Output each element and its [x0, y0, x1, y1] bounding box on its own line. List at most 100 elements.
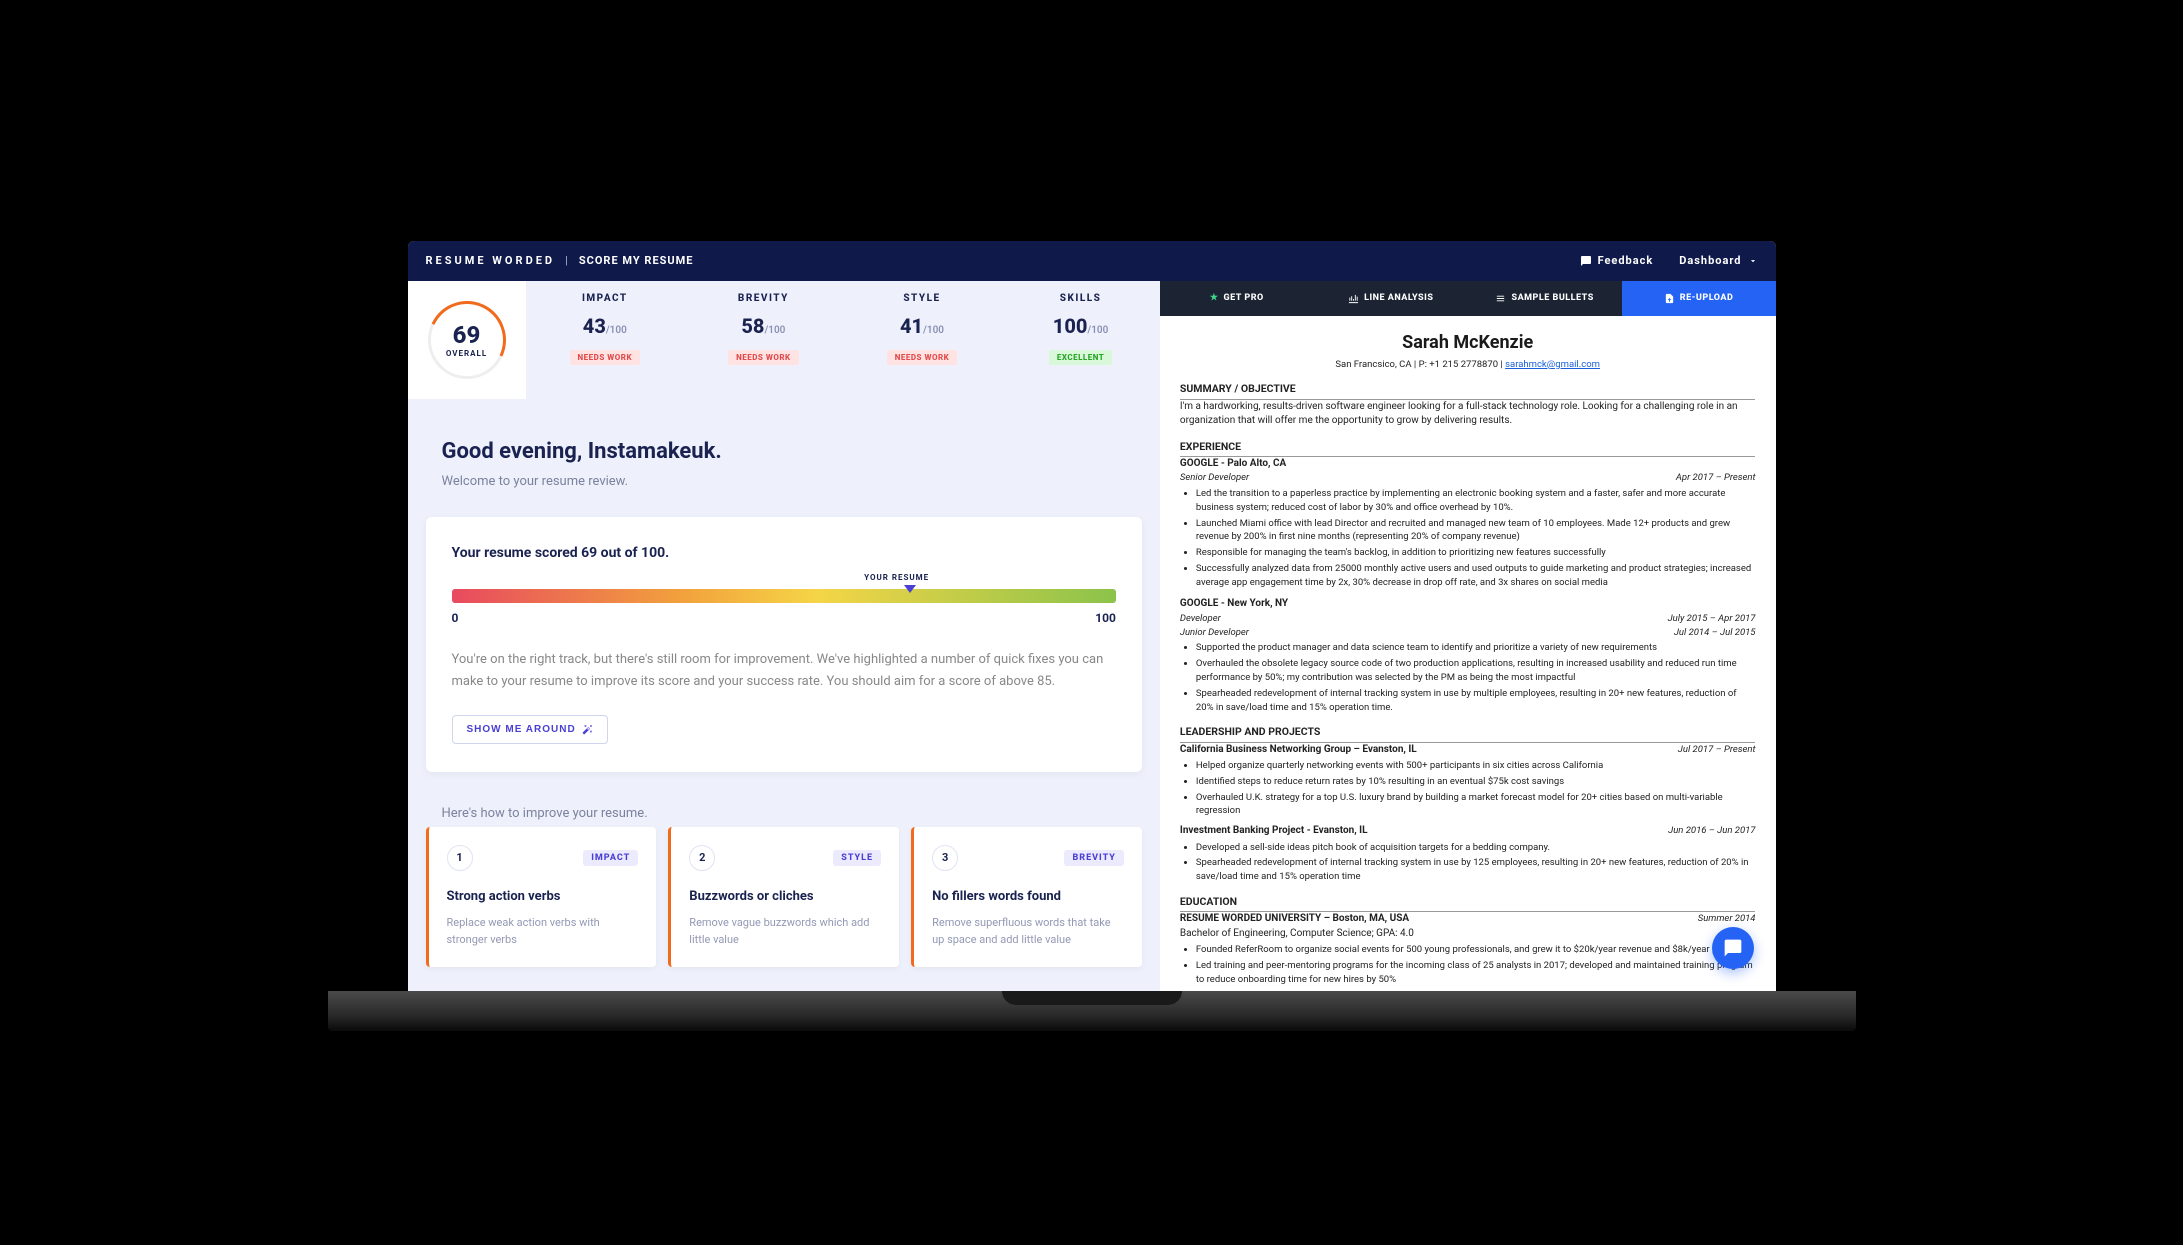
tip-card[interactable]: 3 BREVITY No fillers words found Remove …	[911, 827, 1142, 967]
metric-badge: EXCELLENT	[1049, 350, 1112, 365]
resume-email-link[interactable]: sarahmck@gmail.com	[1505, 359, 1600, 370]
tab-get-pro[interactable]: ★GET PRO	[1160, 281, 1314, 316]
metric-badge: NEEDS WORK	[570, 350, 641, 365]
overall-score-label: OVERALL	[446, 349, 487, 358]
bullet-item: Led the transition to a paperless practi…	[1196, 487, 1756, 515]
bullet-item: Successfully analyzed data from 25000 mo…	[1196, 562, 1756, 590]
greeting-title: Good evening, Instamakeuk.	[442, 439, 1126, 464]
bullet-item: Developed a sell-side ideas pitch book o…	[1196, 841, 1756, 855]
score-summary-row: 69 OVERALL IMPACT 43/100 NEEDS WORKBREVI…	[408, 281, 1160, 399]
tab-reupload[interactable]: RE-UPLOAD	[1622, 281, 1776, 316]
lead2-date: Jun 2016 – Jun 2017	[1668, 824, 1755, 839]
metric-name: SKILLS	[1007, 293, 1154, 304]
metric-name: BREVITY	[690, 293, 837, 304]
dashboard-dropdown[interactable]: Dashboard	[1679, 254, 1757, 267]
tip-title: Buzzwords or cliches	[689, 889, 881, 904]
show-me-around-button[interactable]: SHOW ME AROUND	[452, 715, 608, 744]
tip-number: 1	[447, 845, 473, 871]
tip-card[interactable]: 1 IMPACT Strong action verbs Replace wea…	[426, 827, 657, 967]
tip-desc: Remove vague buzzwords which add little …	[689, 914, 881, 949]
section-summary-head: SUMMARY / OBJECTIVE	[1180, 381, 1756, 399]
wand-icon	[582, 724, 593, 735]
exp2-date2: Jul 2014 – Jul 2015	[1674, 626, 1756, 640]
overall-score-value: 69	[453, 321, 481, 349]
section-summary-text: I'm a hardworking, results-driven softwa…	[1180, 400, 1756, 429]
metric-value: 43/100	[532, 314, 679, 338]
help-chat-button[interactable]	[1712, 927, 1754, 969]
metric-brevity[interactable]: BREVITY 58/100 NEEDS WORK	[684, 281, 843, 399]
spectrum-min: 0	[452, 611, 459, 625]
edu-degree: Bachelor of Engineering, Computer Scienc…	[1180, 927, 1756, 942]
chevron-down-icon	[1748, 256, 1758, 266]
metric-value: 41/100	[849, 314, 996, 338]
tip-desc: Remove superfluous words that take up sp…	[932, 914, 1124, 949]
tip-number: 2	[689, 845, 715, 871]
score-description: You're on the right track, but there's s…	[452, 649, 1116, 693]
bullet-item: Helped organize quarterly networking eve…	[1196, 759, 1756, 773]
exp2-title1: Developer	[1180, 612, 1221, 626]
lead2-name: Investment Banking Project - Evanston, I…	[1180, 824, 1368, 839]
spectrum-marker-icon	[904, 585, 916, 593]
score-card: Your resume scored 69 out of 100. YOUR R…	[426, 517, 1142, 772]
greeting-block: Good evening, Instamakeuk. Welcome to yo…	[408, 399, 1160, 503]
metric-value: 100/100	[1007, 314, 1154, 338]
bullet-item: Responsible for managing the team's back…	[1196, 546, 1756, 560]
metric-badge: NEEDS WORK	[887, 350, 958, 365]
bullet-item: Founded ReferRoom to organize social eve…	[1196, 943, 1756, 957]
edu-date: Summer 2014	[1698, 912, 1756, 927]
edu-name: RESUME WORDED UNIVERSITY – Boston, MA, U…	[1180, 912, 1409, 927]
bullet-item: Launched Miami office with lead Director…	[1196, 517, 1756, 545]
exp1-company: GOOGLE - Palo Alto, CA	[1180, 457, 1756, 472]
upload-icon	[1664, 293, 1675, 304]
bullet-item: Spearheaded redevelopment of internal tr…	[1196, 856, 1756, 884]
exp1-title: Senior Developer	[1180, 471, 1249, 485]
exp2-title2: Junior Developer	[1180, 626, 1249, 640]
exp2-company: GOOGLE - New York, NY	[1180, 597, 1756, 612]
resume-preview[interactable]: Sarah McKenzie San Francsico, CA | P: +1…	[1160, 316, 1776, 991]
overall-score-card[interactable]: 69 OVERALL	[408, 281, 526, 399]
greeting-subtitle: Welcome to your resume review.	[442, 474, 1126, 489]
tip-category: IMPACT	[583, 850, 638, 866]
bullet-item: Overhauled the obsolete legacy source co…	[1196, 657, 1756, 685]
brand[interactable]: RESUME WORDED	[426, 254, 556, 267]
improve-heading: Here's how to improve your resume.	[408, 786, 1160, 827]
resume-contact: San Francsico, CA | P: +1 215 2778870 | …	[1180, 358, 1756, 372]
spectrum-max: 100	[1095, 611, 1116, 625]
tip-card[interactable]: 2 STYLE Buzzwords or cliches Remove vagu…	[668, 827, 899, 967]
score-heading: Your resume scored 69 out of 100.	[452, 545, 1116, 561]
bullet-item: Identified steps to reduce return rates …	[1196, 775, 1756, 789]
chat-bubble-icon	[1723, 938, 1743, 958]
bullet-item: Supported the product manager and data s…	[1196, 641, 1756, 655]
metric-badge: NEEDS WORK	[728, 350, 799, 365]
metric-skills[interactable]: SKILLS 100/100 EXCELLENT	[1001, 281, 1160, 399]
page-title: SCORE MY RESUME	[579, 254, 694, 267]
feedback-link[interactable]: Feedback	[1580, 254, 1654, 267]
metric-style[interactable]: STYLE 41/100 NEEDS WORK	[843, 281, 1002, 399]
tip-category: BREVITY	[1064, 850, 1123, 866]
tab-line-analysis[interactable]: LINE ANALYSIS	[1314, 281, 1468, 316]
section-education-head: EDUCATION	[1180, 894, 1756, 912]
tip-title: No fillers words found	[932, 889, 1124, 904]
bullet-item: Overhauled U.K. strategy for a top U.S. …	[1196, 791, 1756, 819]
tab-sample-bullets[interactable]: SAMPLE BULLETS	[1468, 281, 1622, 316]
analysis-icon	[1348, 293, 1359, 304]
document-tabs: ★GET PRO LINE ANALYSIS SAMPLE BULLETS RE…	[1160, 281, 1776, 316]
bullet-item: Spearheaded redevelopment of internal tr…	[1196, 687, 1756, 715]
metric-value: 58/100	[690, 314, 837, 338]
lead1-date: Jul 2017 – Present	[1678, 743, 1756, 758]
tip-title: Strong action verbs	[447, 889, 639, 904]
metric-impact[interactable]: IMPACT 43/100 NEEDS WORK	[526, 281, 685, 399]
tip-number: 3	[932, 845, 958, 871]
list-icon	[1495, 293, 1506, 304]
bullet-item: Led training and peer-mentoring programs…	[1196, 959, 1756, 987]
star-icon: ★	[1210, 293, 1219, 303]
section-leadership-head: LEADERSHIP AND PROJECTS	[1180, 724, 1756, 742]
resume-name: Sarah McKenzie	[1180, 330, 1756, 356]
exp1-date: Apr 2017 – Present	[1676, 471, 1756, 485]
document-pane: ★GET PRO LINE ANALYSIS SAMPLE BULLETS RE…	[1160, 281, 1776, 991]
exp2-date1: July 2015 – Apr 2017	[1668, 612, 1756, 626]
score-spectrum	[452, 589, 1116, 603]
tip-category: STYLE	[833, 850, 881, 866]
brand-divider: |	[565, 254, 569, 267]
lead1-name: California Business Networking Group – E…	[1180, 743, 1417, 758]
